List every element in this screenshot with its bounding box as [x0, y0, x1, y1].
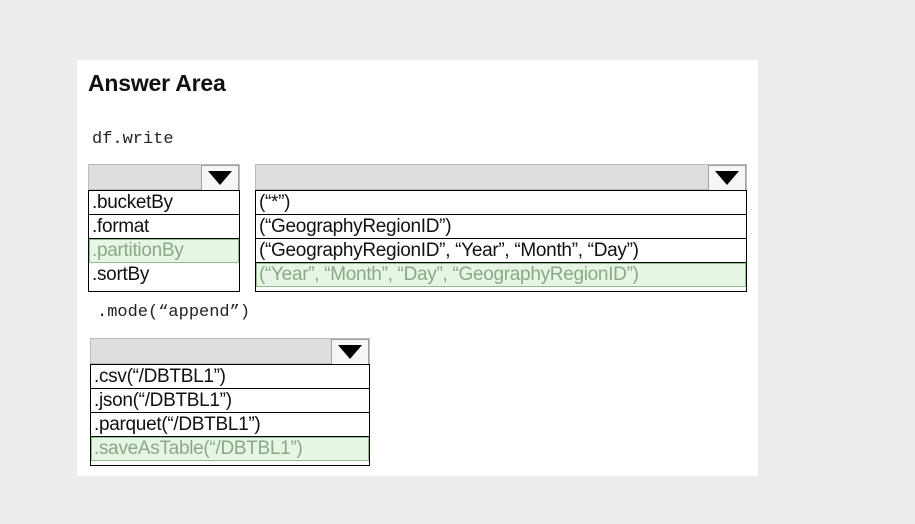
caret-down-icon	[208, 171, 232, 185]
write-method-dropdown[interactable]: .bucketBy .format .partitionBy .sortBy	[88, 164, 240, 292]
option-geographyregionid[interactable]: (“GeographyRegionID”)	[256, 215, 746, 239]
save-target-dropdown[interactable]: .csv(“/DBTBL1”) .json(“/DBTBL1”) .parque…	[90, 338, 370, 466]
option-year-month-day-geographyregionid-selected[interactable]: (“Year”, “Month”, “Day”, “GeographyRegio…	[256, 263, 746, 287]
save-target-options: .csv(“/DBTBL1”) .json(“/DBTBL1”) .parque…	[90, 364, 370, 466]
option-bucketby[interactable]: .bucketBy	[89, 191, 239, 215]
option-all-columns[interactable]: (“*”)	[256, 191, 746, 215]
columns-dropdown-toggle[interactable]	[708, 165, 746, 191]
columns-options: (“*”) (“GeographyRegionID”) (“GeographyR…	[255, 190, 747, 292]
answer-area-title: Answer Area	[88, 70, 226, 96]
columns-dropdown[interactable]: (“*”) (“GeographyRegionID”) (“GeographyR…	[255, 164, 747, 292]
write-method-dropdown-header[interactable]	[88, 164, 240, 191]
option-sortby[interactable]: .sortBy	[89, 263, 239, 287]
save-target-dropdown-toggle[interactable]	[331, 339, 369, 365]
option-partitionby-selected[interactable]: .partitionBy	[89, 239, 239, 263]
option-format[interactable]: .format	[89, 215, 239, 239]
code-mode-append: .mode(“append”)	[97, 303, 251, 322]
save-target-dropdown-header[interactable]	[90, 338, 370, 365]
code-df-write: df.write	[92, 130, 174, 149]
columns-dropdown-header[interactable]	[255, 164, 747, 191]
write-method-dropdown-toggle[interactable]	[201, 165, 239, 191]
option-saveastable-selected[interactable]: .saveAsTable(“/DBTBL1”)	[91, 437, 369, 461]
option-json[interactable]: .json(“/DBTBL1”)	[91, 389, 369, 413]
option-geographyregionid-year-month-day[interactable]: (“GeographyRegionID”, “Year”, “Month”, “…	[256, 239, 746, 263]
write-method-options: .bucketBy .format .partitionBy .sortBy	[88, 190, 240, 292]
option-parquet[interactable]: .parquet(“/DBTBL1”)	[91, 413, 369, 437]
caret-down-icon	[338, 345, 362, 359]
caret-down-icon	[715, 171, 739, 185]
option-csv[interactable]: .csv(“/DBTBL1”)	[91, 365, 369, 389]
